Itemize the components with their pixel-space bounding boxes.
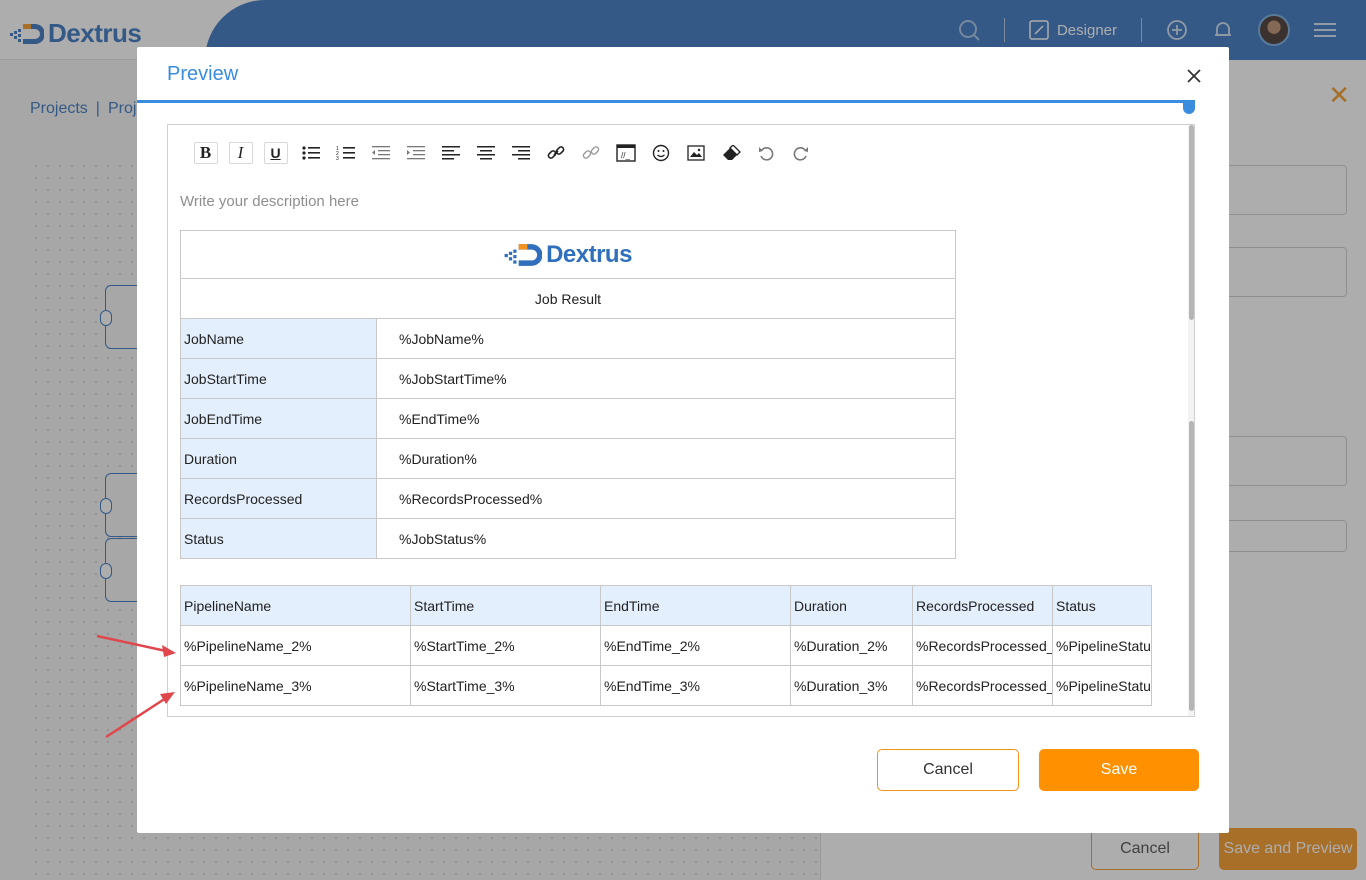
modal-title: Preview — [167, 63, 239, 85]
cancel-button[interactable]: Cancel — [877, 749, 1019, 791]
preview-modal: Preview B I U 123 //_ Write your descrip… — [137, 47, 1229, 833]
bullet-list-button[interactable] — [293, 139, 328, 167]
indent-icon — [406, 146, 425, 160]
row-label: Duration — [180, 438, 377, 479]
column-header: StartTime — [410, 585, 601, 626]
link-icon — [547, 146, 564, 159]
table-cell: %PipelineStatus — [1052, 665, 1152, 706]
bullet-list-icon — [301, 146, 320, 160]
row-value: %Duration% — [376, 438, 956, 479]
title-underline-cap — [1183, 100, 1195, 114]
eraser-button[interactable] — [713, 139, 748, 167]
image-icon — [686, 145, 705, 161]
unlink-icon — [582, 146, 599, 159]
indent-button[interactable] — [398, 139, 433, 167]
column-header: RecordsProcessed — [912, 585, 1053, 626]
close-icon[interactable] — [1185, 67, 1203, 85]
emoji-button[interactable] — [643, 139, 678, 167]
logo-text: Dextrus — [546, 240, 632, 268]
table-row: JobStartTime %JobStartTime% — [180, 358, 956, 399]
column-header: Duration — [790, 585, 913, 626]
svg-text://_: //_ — [621, 151, 630, 160]
row-label: RecordsProcessed — [180, 478, 377, 519]
scrollbar-thumb[interactable] — [1189, 421, 1194, 711]
table-cell: %RecordsProcessed_2 — [912, 625, 1053, 666]
svg-text:3: 3 — [336, 156, 339, 161]
italic-button[interactable]: I — [223, 139, 258, 167]
table-cell: %EndTime_2% — [600, 625, 791, 666]
align-right-button[interactable] — [503, 139, 538, 167]
bold-icon: B — [193, 142, 218, 164]
align-center-icon — [476, 146, 495, 160]
italic-icon: I — [228, 142, 253, 164]
row-value: %EndTime% — [376, 398, 956, 439]
rich-text-editor[interactable]: B I U 123 //_ Write your description her… — [167, 124, 1195, 717]
job-result-table: Dextrus Job Result JobName %JobName% JobS… — [180, 230, 956, 559]
table-cell: %StartTime_3% — [410, 665, 601, 706]
underline-icon: U — [263, 142, 288, 164]
table-row: RecordsProcessed %RecordsProcessed% — [180, 478, 956, 519]
numbered-list-icon: 123 — [336, 146, 355, 161]
row-label: Status — [180, 518, 377, 559]
eraser-icon — [722, 145, 741, 160]
row-label: JobStartTime — [180, 358, 377, 399]
table-cell: %PipelineName_2% — [180, 625, 411, 666]
table-row: JobName %JobName% — [180, 318, 956, 359]
align-left-icon — [441, 146, 460, 160]
row-label: JobEndTime — [180, 398, 377, 439]
title-underline — [137, 100, 1195, 103]
image-button[interactable] — [678, 139, 713, 167]
dextrus-logo: Dextrus — [504, 241, 632, 269]
dextrus-logo-icon — [504, 243, 543, 266]
unlink-button[interactable] — [573, 139, 608, 167]
redo-icon — [793, 147, 808, 161]
redo-button[interactable] — [783, 139, 818, 167]
table-row: %PipelineName_2% %StartTime_2% %EndTime_… — [180, 625, 1152, 666]
emoji-icon — [652, 144, 669, 162]
source-code-button[interactable]: //_ — [608, 139, 643, 167]
source-code-icon: //_ — [615, 144, 636, 162]
table-cell: %RecordsProcessed_3 — [912, 665, 1053, 706]
job-result-title: Job Result — [180, 278, 956, 319]
numbered-list-button[interactable]: 123 — [328, 139, 363, 167]
link-button[interactable] — [538, 139, 573, 167]
table-cell: %PipelineName_3% — [180, 665, 411, 706]
row-value: %JobName% — [376, 318, 956, 359]
table-cell: %Duration_3% — [790, 665, 913, 706]
table-row: Status %JobStatus% — [180, 518, 956, 559]
scrollbar-thumb[interactable] — [1189, 125, 1194, 320]
underline-button[interactable]: U — [258, 139, 293, 167]
undo-button[interactable] — [748, 139, 783, 167]
table-header-row: PipelineName StartTime EndTime Duration … — [180, 585, 1152, 626]
column-header: EndTime — [600, 585, 791, 626]
editor-scrollbar[interactable] — [1188, 125, 1194, 716]
table-logo-cell: Dextrus — [180, 230, 956, 279]
row-value: %JobStartTime% — [376, 358, 956, 399]
outdent-button[interactable] — [363, 139, 398, 167]
save-button[interactable]: Save — [1039, 749, 1199, 791]
column-header: PipelineName — [180, 585, 411, 626]
editor-toolbar: B I U 123 //_ — [188, 139, 818, 167]
align-center-button[interactable] — [468, 139, 503, 167]
align-left-button[interactable] — [433, 139, 468, 167]
table-row: %PipelineName_3% %StartTime_3% %EndTime_… — [180, 665, 1152, 706]
table-cell: %EndTime_3% — [600, 665, 791, 706]
table-row: JobEndTime %EndTime% — [180, 398, 956, 439]
table-cell: %PipelineStatus — [1052, 625, 1152, 666]
row-value: %RecordsProcessed% — [376, 478, 956, 519]
row-label: JobName — [180, 318, 377, 359]
outdent-icon — [371, 146, 390, 160]
align-right-icon — [511, 146, 530, 160]
undo-icon — [758, 147, 773, 161]
description-placeholder[interactable]: Write your description here — [180, 193, 359, 210]
pipeline-table: PipelineName StartTime EndTime Duration … — [180, 585, 1152, 706]
table-cell: %StartTime_2% — [410, 625, 601, 666]
row-value: %JobStatus% — [376, 518, 956, 559]
bold-button[interactable]: B — [188, 139, 223, 167]
table-cell: %Duration_2% — [790, 625, 913, 666]
column-header: Status — [1052, 585, 1152, 626]
table-row: Duration %Duration% — [180, 438, 956, 479]
